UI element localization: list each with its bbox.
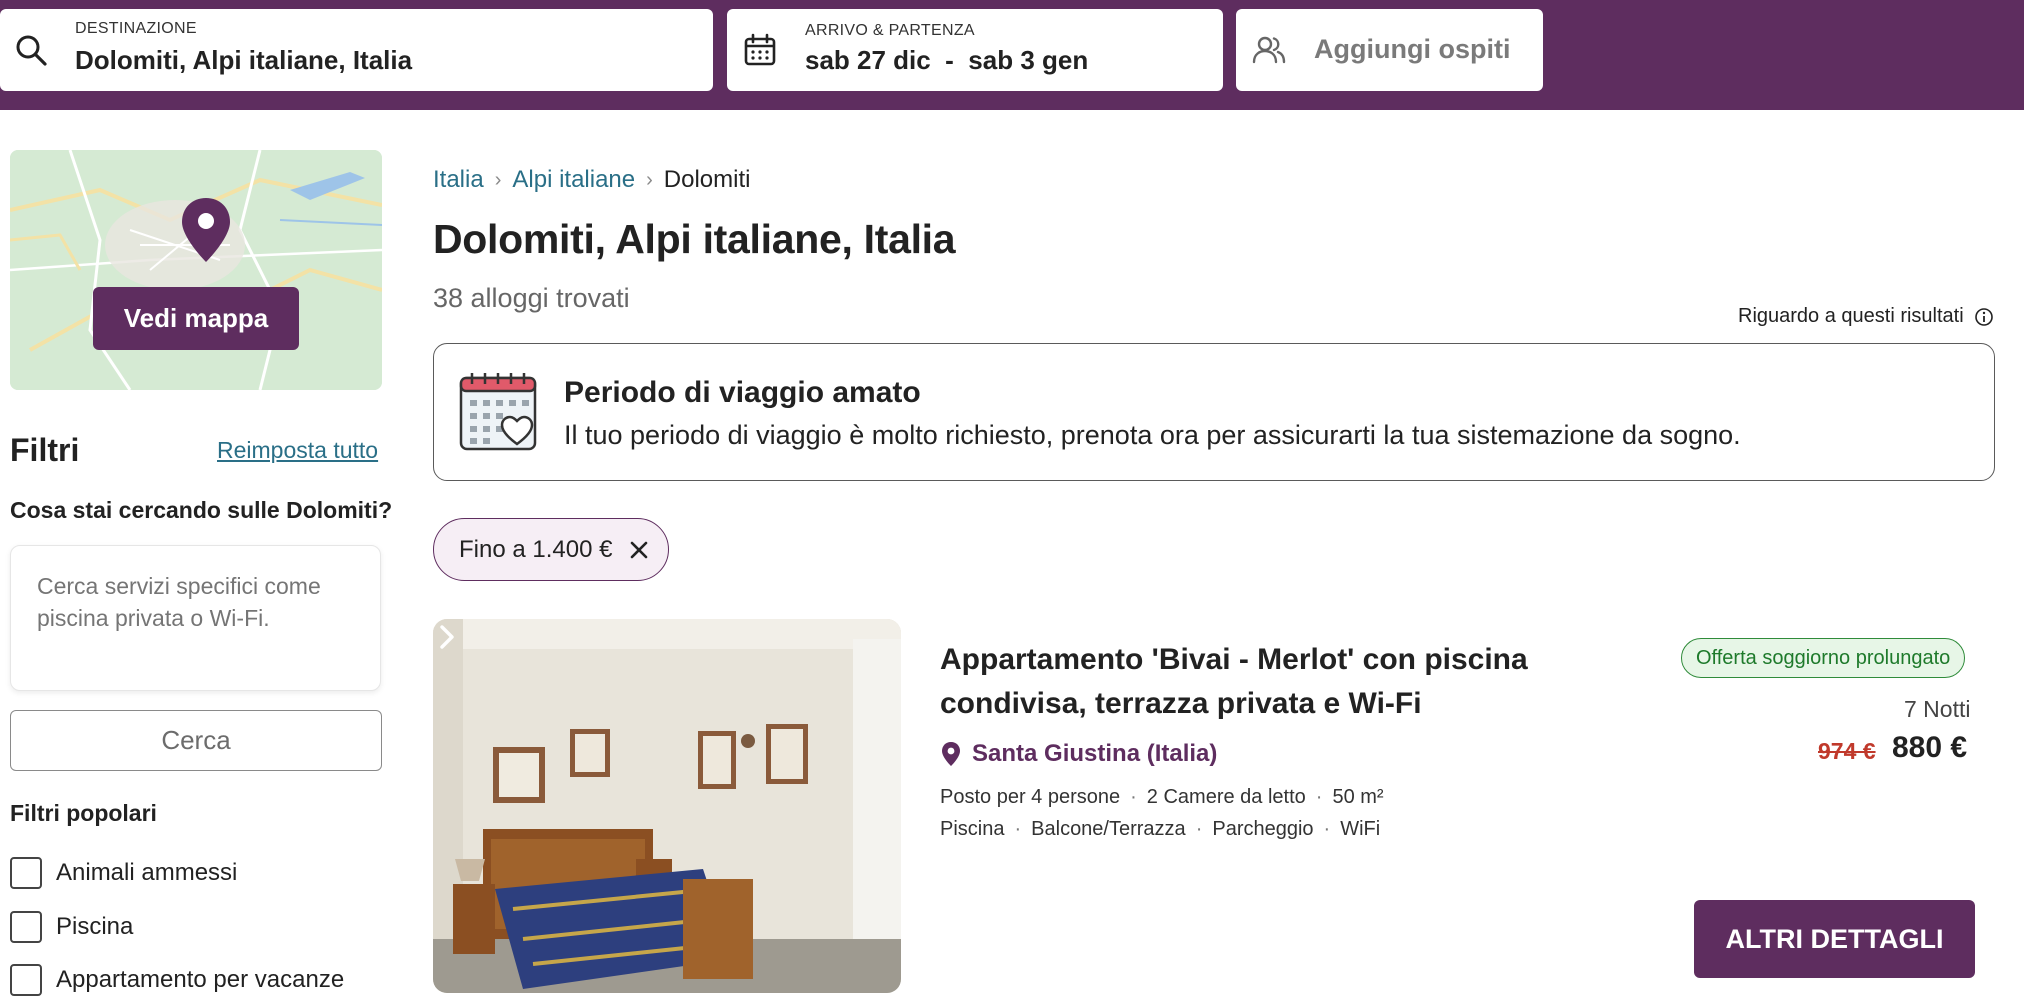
calendar-icon bbox=[744, 33, 776, 66]
close-icon[interactable] bbox=[628, 539, 650, 561]
feature-bedrooms: 2 Camere da letto bbox=[1146, 786, 1306, 808]
listing-location: Santa Giustina (Italia) bbox=[940, 740, 1217, 768]
dates-value: sab 27 dic - sab 3 gen bbox=[805, 45, 1089, 75]
feature-guests: Posto per 4 persone bbox=[940, 786, 1121, 808]
results-count: 38 alloggi trovati bbox=[433, 283, 630, 313]
about-results-link[interactable]: Riguardo a questi risultati bbox=[1738, 305, 1994, 328]
guests-icon bbox=[1252, 36, 1286, 64]
separator-dot: · bbox=[1323, 818, 1331, 840]
listing-photo[interactable] bbox=[433, 619, 901, 993]
amenities-search-input[interactable] bbox=[10, 545, 381, 691]
breadcrumb-link-alpi[interactable]: Alpi italiane bbox=[512, 166, 635, 194]
listing-features-line-1: Posto per 4 persone · 2 Camere da letto … bbox=[940, 786, 1384, 809]
destination-field[interactable]: DESTINAZIONE Dolomiti, Alpi italiane, It… bbox=[0, 9, 713, 91]
destination-label: DESTINAZIONE bbox=[75, 20, 197, 37]
banner-text: Il tuo periodo di viaggio è molto richie… bbox=[564, 420, 1741, 450]
checkbox[interactable] bbox=[10, 857, 42, 889]
separator-dot: · bbox=[1014, 818, 1022, 840]
listing-features-line-2: Piscina · Balcone/Terrazza · Parcheggio … bbox=[940, 818, 1380, 841]
feature-wifi: WiFi bbox=[1340, 818, 1381, 840]
active-filter-label: Fino a 1.400 € bbox=[459, 535, 613, 563]
filter-option-label: Animali ammessi bbox=[56, 859, 238, 886]
checkbox[interactable] bbox=[10, 911, 42, 943]
reset-all-link[interactable]: Reimposta tutto bbox=[217, 437, 378, 464]
dates-field[interactable]: ARRIVO & PARTENZA sab 27 dic - sab 3 gen bbox=[727, 9, 1223, 91]
calendar-heart-icon bbox=[459, 373, 537, 451]
listing-title[interactable]: Appartamento 'Bivai - Merlot' con piscin… bbox=[940, 638, 1660, 726]
current-price: 880 € bbox=[1892, 731, 1968, 764]
filters-title: Filtri bbox=[10, 432, 80, 468]
add-guests-label: Aggiungi ospiti bbox=[1314, 34, 1511, 64]
popular-filters-title: Filtri popolari bbox=[10, 800, 157, 826]
separator-dot: · bbox=[1315, 786, 1323, 808]
chevron-right-icon[interactable] bbox=[433, 619, 461, 655]
offer-badge: Offerta soggiorno prolungato bbox=[1681, 638, 1966, 678]
filter-option-label: Appartamento per vacanze bbox=[56, 966, 345, 993]
bedroom-photo bbox=[433, 619, 901, 993]
view-map-button[interactable]: Vedi mappa bbox=[93, 287, 299, 350]
map-image bbox=[10, 150, 382, 390]
location-label: Santa Giustina (Italia) bbox=[972, 740, 1218, 767]
info-icon bbox=[1974, 307, 1993, 326]
old-price: 974 € bbox=[1818, 738, 1876, 764]
separator-dot: · bbox=[1130, 786, 1137, 808]
map-preview[interactable]: Vedi mappa bbox=[10, 150, 382, 390]
page-title: Dolomiti, Alpi italiane, Italia bbox=[433, 216, 956, 262]
filter-option-apartment[interactable]: Appartamento per vacanze bbox=[10, 964, 344, 996]
high-demand-banner: Periodo di viaggio amato Il tuo periodo … bbox=[433, 343, 1995, 481]
guests-field[interactable]: Aggiungi ospiti bbox=[1236, 9, 1543, 91]
checkbox[interactable] bbox=[10, 964, 42, 996]
filter-option-pets[interactable]: Animali ammessi bbox=[10, 857, 237, 889]
chevron-right-icon: › bbox=[646, 168, 653, 191]
location-pin-icon bbox=[942, 742, 960, 766]
top-search-bar: DESTINAZIONE Dolomiti, Alpi italiane, It… bbox=[0, 0, 2024, 110]
nights-count: 7 Notti bbox=[1904, 696, 1971, 722]
separator-dot: · bbox=[1195, 818, 1203, 840]
feature-balcony: Balcone/Terrazza bbox=[1031, 818, 1186, 840]
dates-label: ARRIVO & PARTENZA bbox=[805, 22, 975, 39]
active-filter-chip[interactable]: Fino a 1.400 € bbox=[433, 518, 669, 581]
destination-value: Dolomiti, Alpi italiane, Italia bbox=[75, 45, 413, 75]
chevron-right-icon: › bbox=[494, 168, 502, 191]
breadcrumb: Italia › Alpi italiane › Dolomiti bbox=[433, 166, 750, 194]
banner-title: Periodo di viaggio amato bbox=[564, 376, 921, 409]
search-button[interactable]: Cerca bbox=[10, 710, 382, 771]
more-details-button[interactable]: ALTRI DETTAGLI bbox=[1694, 900, 1975, 978]
filter-search-question: Cosa stai cercando sulle Dolomiti? bbox=[10, 497, 393, 523]
breadcrumb-link-italia[interactable]: Italia bbox=[433, 166, 484, 194]
search-icon bbox=[16, 35, 47, 66]
filter-option-label: Piscina bbox=[56, 913, 134, 940]
feature-pool: Piscina bbox=[940, 818, 1005, 840]
feature-parking: Parcheggio bbox=[1212, 818, 1314, 840]
about-results-label: Riguardo a questi risultati bbox=[1738, 305, 1964, 327]
feature-size: 50 m² bbox=[1332, 786, 1384, 808]
breadcrumb-current: Dolomiti bbox=[663, 166, 751, 193]
filter-option-pool[interactable]: Piscina bbox=[10, 911, 133, 943]
map-pin-icon bbox=[182, 198, 230, 262]
